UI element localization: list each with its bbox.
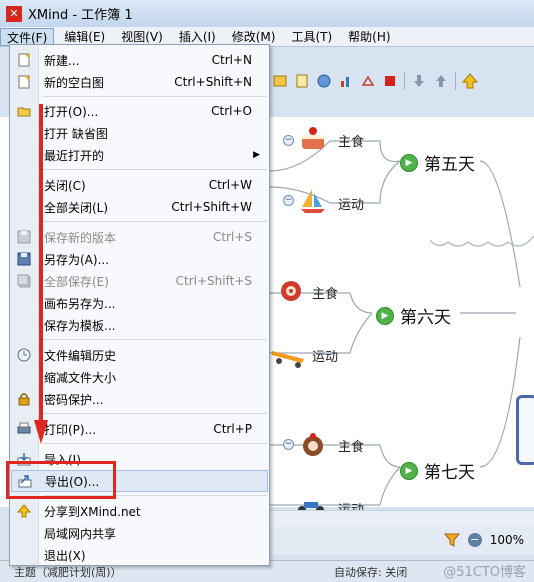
menu-separator bbox=[43, 221, 267, 222]
day-six-topic[interactable]: ▶ 第六天 bbox=[376, 303, 451, 328]
toolbar bbox=[268, 66, 534, 96]
subtopic-staple-food[interactable]: 主食 bbox=[338, 131, 364, 150]
share-icon bbox=[16, 503, 32, 519]
blank-map-icon bbox=[16, 74, 32, 90]
skateboard-icon bbox=[272, 351, 304, 368]
menu-item-recent[interactable]: 最近打开的 ▶ bbox=[11, 144, 268, 166]
menu-separator bbox=[43, 96, 267, 97]
menu-item-lan-share[interactable]: 局域网内共享 bbox=[11, 522, 268, 544]
menu-item-close[interactable]: 关闭(C) Ctrl+W bbox=[11, 174, 268, 196]
annotation-highlight-box bbox=[6, 461, 116, 499]
annotation-arrow bbox=[34, 104, 48, 444]
new-file-icon bbox=[16, 52, 32, 68]
printer-icon bbox=[16, 421, 32, 437]
menu-item-edit-history[interactable]: 文件编辑历史 bbox=[11, 344, 268, 366]
cloud-boundary-icon bbox=[430, 235, 534, 247]
subtopic-exercise[interactable]: 运动 bbox=[338, 194, 364, 213]
promote-icon[interactable] bbox=[462, 73, 478, 89]
menu-item-save-version[interactable]: 保存新的版本 Ctrl+S bbox=[11, 226, 268, 248]
watermark: @51CTO博客 bbox=[443, 565, 526, 580]
chart-icon[interactable] bbox=[338, 73, 354, 89]
globe-icon[interactable] bbox=[316, 73, 332, 89]
menu-insert[interactable]: 插入(I) bbox=[173, 28, 222, 46]
play-icon: ▶ bbox=[400, 153, 418, 172]
day-seven-topic[interactable]: ▶ 第七天 bbox=[400, 458, 475, 483]
menu-item-exit[interactable]: 退出(X) bbox=[11, 544, 268, 566]
menu-separator bbox=[43, 443, 267, 444]
menu-view[interactable]: 视图(V) bbox=[115, 28, 169, 46]
central-topic-edge[interactable] bbox=[516, 395, 534, 465]
subtopic-staple-food[interactable]: 主食 bbox=[312, 283, 338, 302]
zoom-out-button[interactable]: − bbox=[467, 533, 482, 547]
cake-icon bbox=[302, 127, 324, 149]
collapse-toggle-icon[interactable]: − bbox=[283, 195, 294, 206]
toolbar-separator bbox=[455, 72, 456, 90]
menu-item-open-default[interactable]: 打开 缺省图 bbox=[11, 122, 268, 144]
note-icon[interactable] bbox=[294, 73, 310, 89]
save-icon bbox=[16, 229, 32, 245]
lock-icon bbox=[16, 391, 32, 407]
xmind-logo-icon: ✕ bbox=[6, 5, 22, 22]
status-autosave: 自动保存: 关闭 bbox=[334, 565, 408, 579]
stop-icon[interactable] bbox=[382, 73, 398, 89]
save-all-icon bbox=[16, 273, 32, 289]
sailboat-icon bbox=[301, 189, 325, 213]
day-seven-label: 第七天 bbox=[424, 463, 475, 483]
history-icon bbox=[16, 347, 32, 363]
menu-item-save-as-template[interactable]: 保存为模板... bbox=[11, 314, 268, 336]
window-title: XMind - 工作簿 1 bbox=[28, 8, 133, 23]
horizontal-scrollbar[interactable] bbox=[268, 510, 534, 526]
arrow-up-icon[interactable] bbox=[433, 73, 449, 89]
save-as-icon bbox=[16, 251, 32, 267]
menu-separator bbox=[43, 339, 267, 340]
menu-item-share-xmind-net[interactable]: 分享到XMind.net bbox=[11, 500, 268, 522]
menu-item-reduce-size[interactable]: 缩减文件大小 bbox=[11, 366, 268, 388]
menu-item-save-canvas-as[interactable]: 画布另存为... bbox=[11, 292, 268, 314]
menu-modify[interactable]: 修改(M) bbox=[226, 28, 282, 46]
menu-item-open[interactable]: 打开(O)... Ctrl+O bbox=[11, 100, 268, 122]
arrow-down-icon[interactable] bbox=[411, 73, 427, 89]
cake-roll-icon bbox=[303, 433, 323, 456]
submenu-arrow-icon: ▶ bbox=[253, 150, 260, 160]
menu-item-new-blank-map[interactable]: 新的空白图 Ctrl+Shift+N bbox=[11, 71, 268, 93]
menu-item-password[interactable]: 密码保护... bbox=[11, 388, 268, 410]
collapse-toggle-icon[interactable]: − bbox=[283, 135, 294, 146]
day-five-topic[interactable]: ▶ 第五天 bbox=[400, 150, 475, 175]
toolbar-separator bbox=[404, 72, 405, 90]
menu-item-save-as[interactable]: 另存为(A)... bbox=[11, 248, 268, 270]
cake-roll-icon bbox=[281, 281, 301, 301]
menu-item-print[interactable]: 打印(P)... Ctrl+P bbox=[11, 418, 268, 440]
filter-icon[interactable] bbox=[443, 532, 460, 548]
menu-separator bbox=[43, 169, 267, 170]
menu-separator bbox=[43, 413, 267, 414]
menu-file[interactable]: 文件(F) bbox=[0, 27, 55, 46]
title-bar: ✕ XMind - 工作簿 1 bbox=[0, 0, 534, 27]
subtopic-staple-food[interactable]: 主食 bbox=[338, 436, 364, 455]
relationship-icon[interactable] bbox=[272, 73, 288, 89]
subtopic-exercise[interactable]: 运动 bbox=[312, 346, 338, 365]
menu-item-new[interactable]: 新建... Ctrl+N bbox=[11, 49, 268, 71]
menu-tools[interactable]: 工具(T) bbox=[285, 28, 338, 46]
zoom-level: 100% bbox=[489, 533, 524, 547]
boundary-icon[interactable] bbox=[360, 73, 376, 89]
menu-item-save-all[interactable]: 全部保存(E) Ctrl+Shift+S bbox=[11, 270, 268, 292]
folder-open-icon bbox=[16, 103, 32, 119]
day-five-label: 第五天 bbox=[424, 155, 475, 175]
day-six-label: 第六天 bbox=[400, 308, 451, 328]
menu-help[interactable]: 帮助(H) bbox=[342, 28, 396, 46]
play-icon: ▶ bbox=[400, 461, 418, 480]
zoom-bar: − 100% bbox=[268, 526, 534, 554]
menu-edit[interactable]: 编辑(E) bbox=[58, 28, 111, 46]
menu-item-close-all[interactable]: 全部关闭(L) Ctrl+Shift+W bbox=[11, 196, 268, 218]
play-icon: ▶ bbox=[376, 306, 394, 325]
collapse-toggle-icon[interactable]: − bbox=[283, 439, 294, 450]
